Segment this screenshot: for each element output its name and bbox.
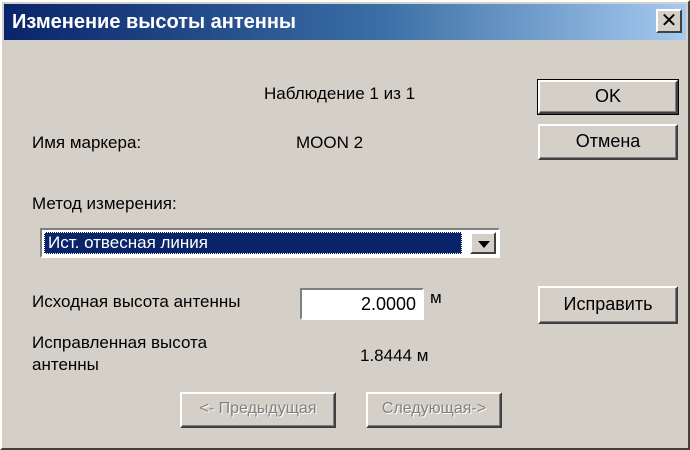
previous-button[interactable]: <- Предыдущая [180,392,336,428]
cancel-button[interactable]: Отмена [538,124,678,160]
source-height-input[interactable]: 2.0000 [300,288,424,320]
marker-name-label: Имя маркера: [32,133,142,152]
corrected-height-label-line1: Исправленная высота [32,333,208,352]
marker-name-value: MOON 2 [296,133,364,152]
source-height-label: Исходная высота антенны [32,292,241,311]
method-select[interactable]: Ист. отвесная линия [40,228,500,258]
next-button[interactable]: Следующая-> [366,392,502,428]
corrected-height-label-line2: антенны [32,355,99,374]
corrected-height-value: 1.8444 м [360,346,429,365]
method-label: Метод измерения: [32,194,177,213]
method-selected-value[interactable]: Ист. отвесная линия [44,232,462,254]
window-title: Изменение высоты антенны [12,11,297,33]
chevron-down-icon[interactable] [470,232,496,254]
fix-button[interactable]: Исправить [538,286,678,324]
antenna-height-dialog: Изменение высоты антенны ✕ Наблюдение 1 … [0,0,690,450]
ok-button[interactable]: OK [537,79,679,115]
title-bar[interactable]: Изменение высоты антенны ✕ [4,4,686,40]
close-icon[interactable]: ✕ [656,9,682,33]
observation-counter: Наблюдение 1 из 1 [264,84,416,103]
source-height-unit: м [430,288,442,307]
